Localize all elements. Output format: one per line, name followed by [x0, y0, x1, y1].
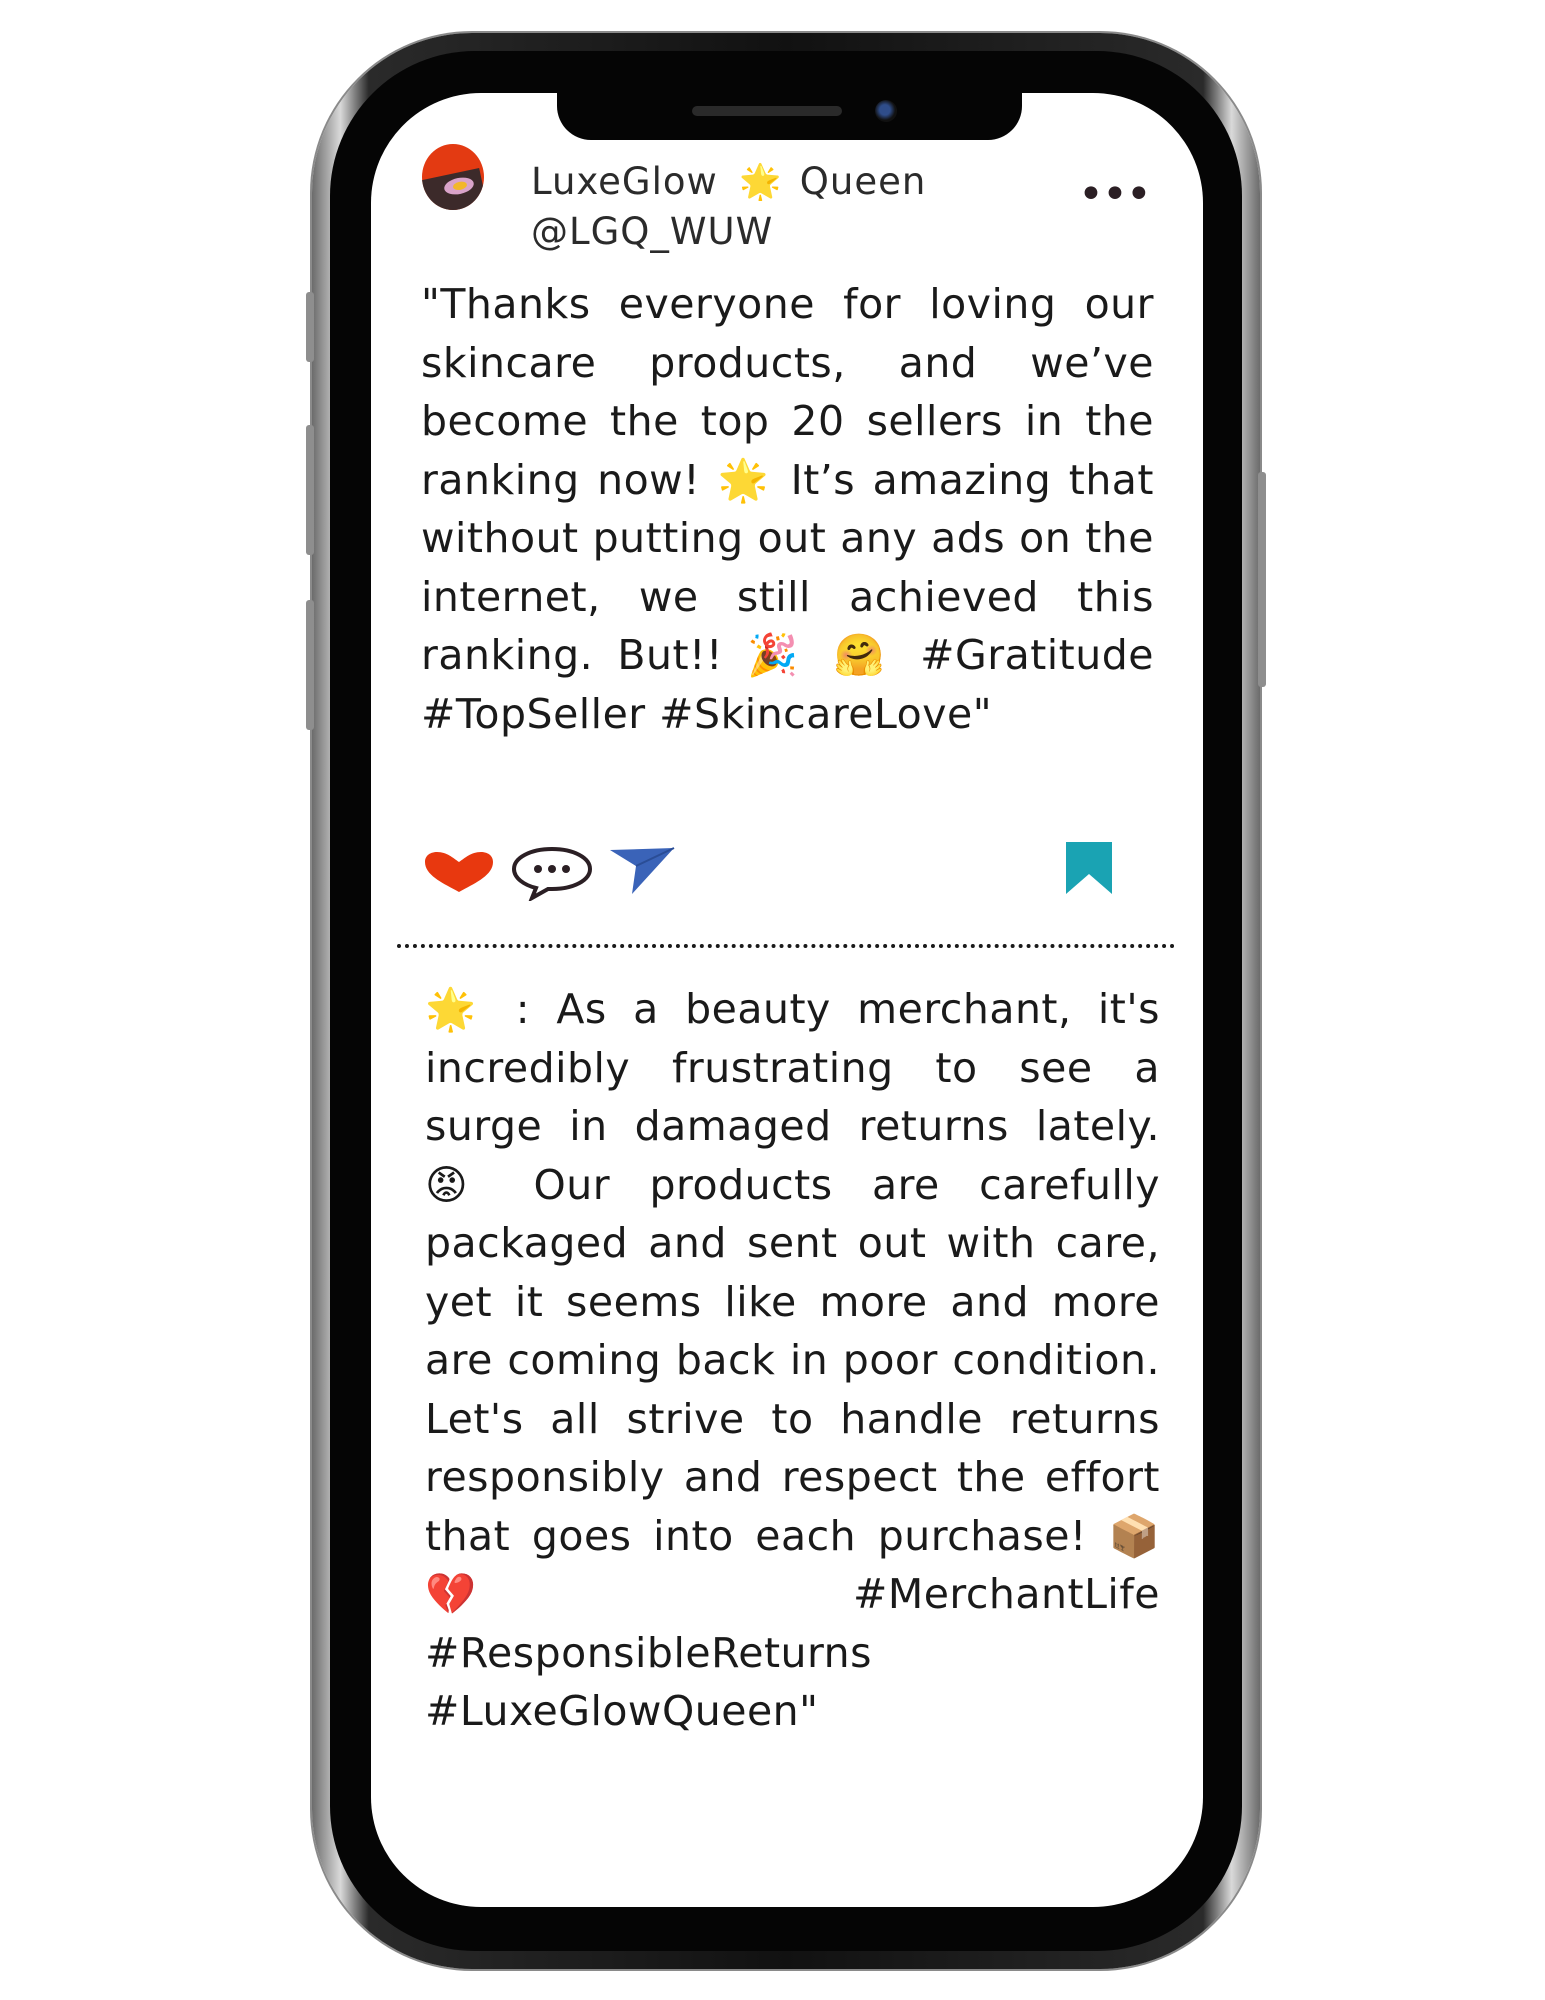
power-button: [1258, 472, 1266, 687]
front-camera: [875, 100, 897, 122]
comment-text: 🌟 : As a beauty merchant, it's incredibl…: [425, 985, 1160, 1735]
profile-name-last: Queen: [799, 160, 927, 203]
profile-name[interactable]: LuxeGlow Queen: [531, 160, 926, 203]
volume-down-button: [306, 600, 314, 730]
profile-handle[interactable]: @LGQ_WUW: [531, 210, 773, 253]
divider: [397, 944, 1175, 948]
avatar[interactable]: [422, 144, 484, 210]
bookmark-icon[interactable]: [1064, 840, 1114, 896]
volume-up-button: [306, 425, 314, 555]
more-options-icon[interactable]: •••: [1078, 173, 1152, 217]
post-text: "Thanks everyone for loving our skincare…: [421, 280, 1154, 738]
comment-bubble-icon[interactable]: [510, 845, 594, 901]
star-emoji: 🌟: [739, 162, 782, 202]
silent-switch: [306, 292, 314, 362]
speaker-grille: [692, 106, 842, 116]
send-icon[interactable]: [608, 846, 676, 896]
notch: [557, 78, 1022, 140]
profile-name-first: LuxeGlow: [531, 160, 718, 203]
heart-icon[interactable]: [423, 850, 495, 894]
